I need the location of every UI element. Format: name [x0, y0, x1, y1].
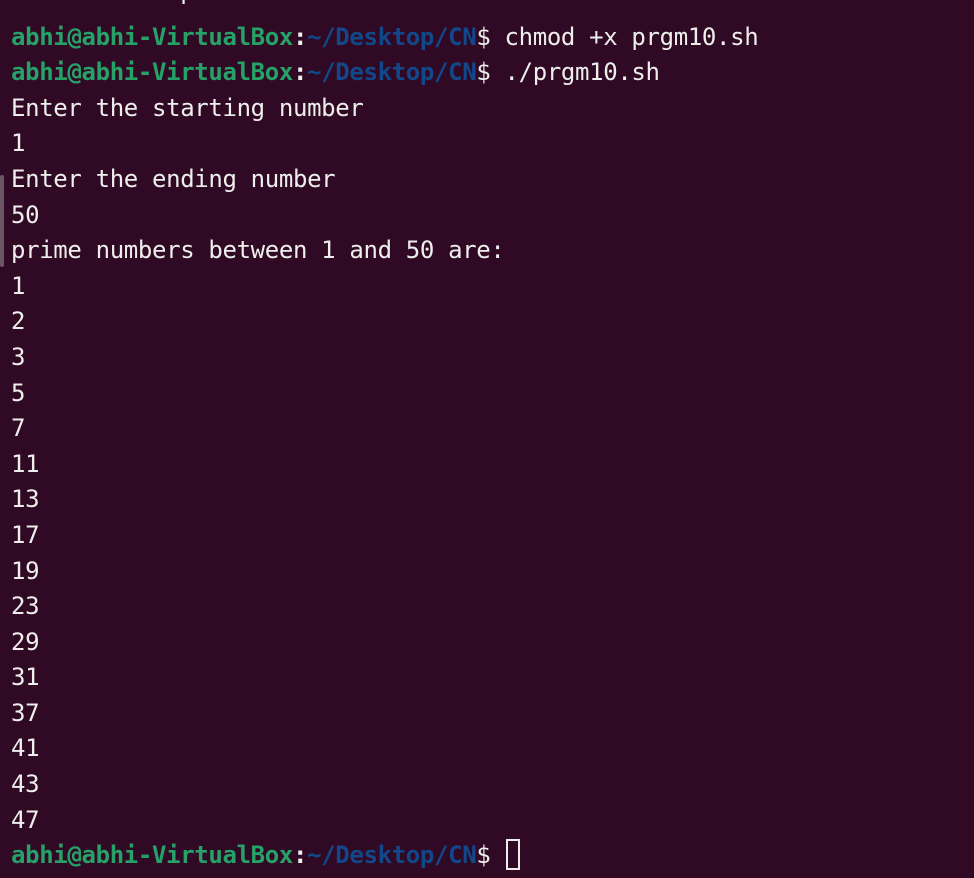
output-line: 3 — [11, 342, 26, 371]
output-line: 37 — [11, 698, 40, 727]
command-text: chmod +x prgm10.sh — [504, 22, 759, 51]
prompt-line: abhi@abhi-VirtualBox:~/Desktop/CN$ ./prg… — [11, 55, 974, 91]
prompt-colon: : — [293, 22, 308, 51]
prompt-colon: : — [293, 841, 308, 870]
output-line: 1 — [11, 271, 26, 300]
prompt-user-host: abhi@abhi-VirtualBox — [11, 22, 293, 51]
scrollbar-thumb[interactable] — [0, 175, 4, 267]
terminal-window[interactable]: 15 is not a prime number. abhi@abhi-Virt… — [0, 0, 974, 878]
command-text — [490, 23, 504, 51]
text-cursor — [505, 839, 520, 871]
prompt-path: ~/Desktop/CN — [307, 58, 477, 87]
output-line: 7 — [11, 414, 26, 443]
prompt-symbol: $ — [476, 58, 491, 87]
output-line: Enter the starting number — [11, 93, 364, 122]
output-line: 17 — [11, 520, 40, 549]
prompt-path: ~/Desktop/CN — [307, 22, 477, 51]
prompt-line: abhi@abhi-VirtualBox:~/Desktop/CN$ chmod… — [11, 20, 974, 56]
prompt-colon: : — [293, 58, 308, 87]
prompt-symbol: $ — [476, 841, 491, 870]
output-line: 47 — [11, 805, 40, 834]
output-line: Enter the ending number — [11, 164, 336, 193]
output-line: prime numbers between 1 and 50 are: — [11, 236, 505, 265]
prompt-path: ~/Desktop/CN — [307, 841, 477, 870]
output-line: 19 — [11, 556, 40, 585]
output-line: 1 — [11, 129, 26, 158]
output-line: 43 — [11, 770, 40, 799]
prompt-user-host: abhi@abhi-VirtualBox — [11, 841, 293, 870]
terminal-output: abhi@abhi-VirtualBox:~/Desktop/CN$ chmod… — [11, 0, 974, 874]
output-line: 5 — [11, 378, 26, 407]
output-line: 50 — [11, 200, 40, 229]
command-text: ./prgm10.sh — [504, 58, 660, 87]
prompt-user-host: abhi@abhi-VirtualBox — [11, 58, 293, 87]
output-line: 23 — [11, 592, 40, 621]
output-line: 13 — [11, 485, 40, 514]
prompt-line-current[interactable]: abhi@abhi-VirtualBox:~/Desktop/CN$ — [11, 838, 974, 874]
output-line: 2 — [11, 307, 26, 336]
output-line: 11 — [11, 449, 40, 478]
output-line: 31 — [11, 663, 40, 692]
prompt-symbol: $ — [476, 22, 491, 51]
output-line: 29 — [11, 627, 40, 656]
output-line: 41 — [11, 734, 40, 763]
